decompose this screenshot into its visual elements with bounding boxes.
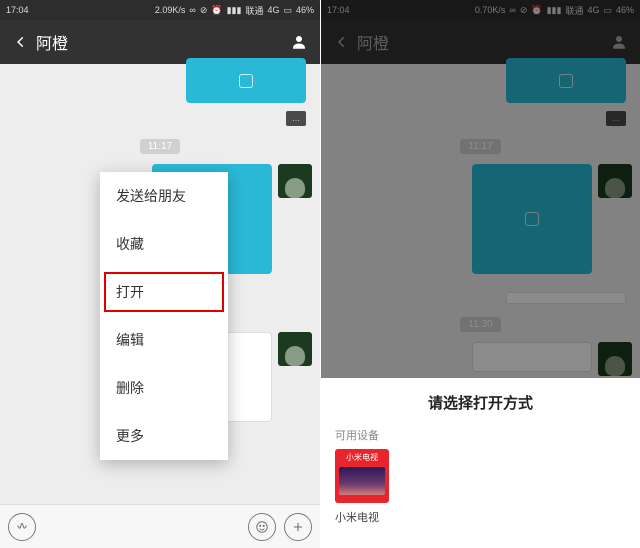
chat-footer bbox=[0, 504, 320, 548]
link-icon: ∞ bbox=[189, 5, 195, 15]
context-menu-item[interactable]: 编辑 bbox=[100, 316, 228, 364]
status-bar: 17:04 2.09K/s ∞ ⊘ ⏰ ▮▮▮ 联通 4G ▭ 46% bbox=[0, 0, 320, 20]
alarm-icon: ⏰ bbox=[211, 5, 222, 16]
timestamp-row: 11:17 bbox=[0, 130, 320, 160]
context-menu-item[interactable]: 发送给朋友 bbox=[100, 172, 228, 220]
tv-icon bbox=[339, 467, 385, 495]
context-menu-item[interactable]: 删除 bbox=[100, 364, 228, 412]
avatar[interactable] bbox=[278, 332, 312, 366]
device-name: 小米电视 bbox=[335, 509, 379, 525]
emoji-button[interactable] bbox=[248, 513, 276, 541]
sheet-section-label: 可用设备 bbox=[321, 413, 640, 449]
sheet-title: 请选择打开方式 bbox=[321, 392, 640, 413]
phone-right: 17:04 0.70K/s ∞ ⊘ ⏰ ▮▮▮ 联通 4G ▭ 46% 阿橙 …… bbox=[320, 0, 640, 548]
open-with-sheet: 请选择打开方式 可用设备 小米电视 小米电视 bbox=[321, 378, 640, 548]
voice-button[interactable] bbox=[8, 513, 36, 541]
plus-button[interactable] bbox=[284, 513, 312, 541]
chat-title: 阿橙 bbox=[32, 30, 288, 54]
dnd-icon: ⊘ bbox=[200, 5, 208, 16]
device-tile[interactable]: 小米电视 bbox=[335, 449, 389, 503]
profile-button[interactable] bbox=[288, 33, 310, 51]
device-option[interactable]: 小米电视 小米电视 bbox=[321, 449, 640, 525]
device-tile-label: 小米电视 bbox=[346, 449, 378, 463]
image-message[interactable] bbox=[186, 58, 306, 103]
context-menu-item[interactable]: 收藏 bbox=[100, 220, 228, 268]
context-menu-item[interactable]: 打开 bbox=[100, 268, 228, 316]
signal-icon: ▮▮▮ bbox=[227, 5, 242, 16]
caption-message[interactable]: … bbox=[286, 111, 306, 126]
battery-icon: ▭ bbox=[283, 5, 292, 16]
context-menu: 发送给朋友收藏打开编辑删除更多 bbox=[100, 172, 228, 460]
status-net: 4G bbox=[267, 5, 279, 15]
back-button[interactable] bbox=[10, 35, 32, 49]
status-speed: 2.09K/s bbox=[155, 5, 186, 15]
status-time: 17:04 bbox=[6, 5, 29, 15]
message-row: … bbox=[0, 107, 320, 130]
status-battery: 46% bbox=[296, 5, 314, 15]
phone-left: 17:04 2.09K/s ∞ ⊘ ⏰ ▮▮▮ 联通 4G ▭ 46% 阿橙 …… bbox=[0, 0, 320, 548]
timestamp: 11:17 bbox=[140, 139, 180, 154]
message-row bbox=[0, 54, 320, 107]
context-menu-item[interactable]: 更多 bbox=[100, 412, 228, 460]
avatar[interactable] bbox=[278, 164, 312, 198]
status-carrier: 联通 bbox=[245, 4, 263, 17]
